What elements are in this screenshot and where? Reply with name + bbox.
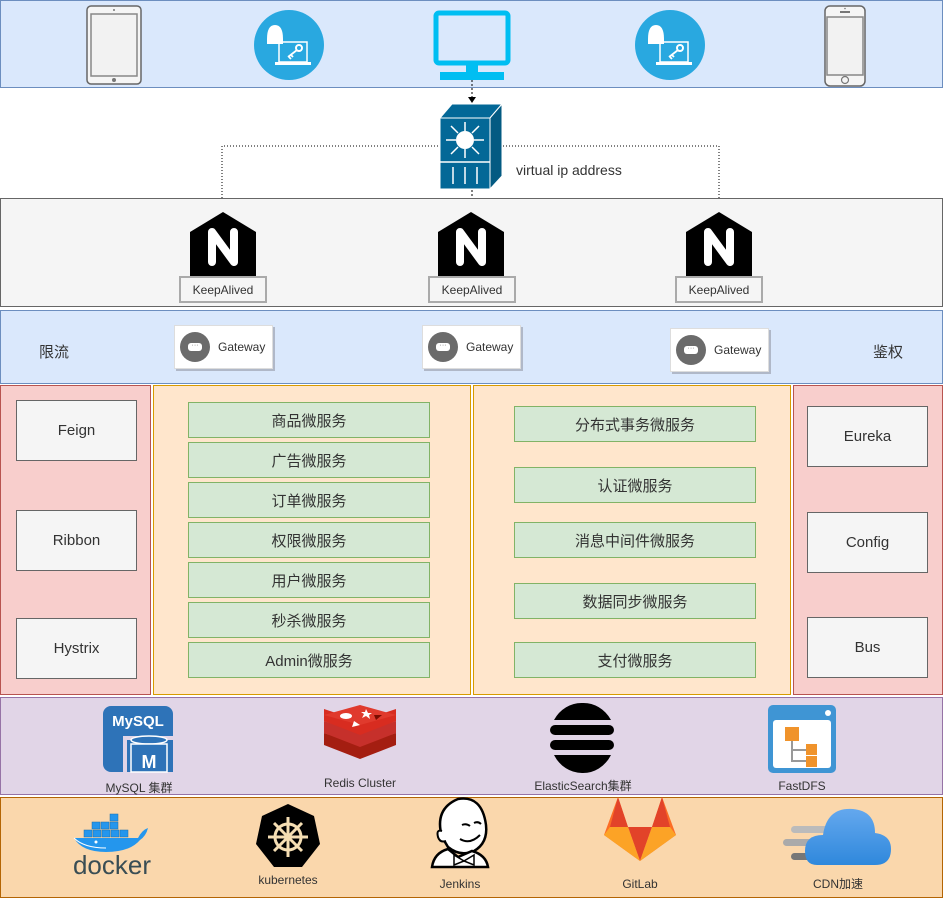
- service-item: 数据同步微服务: [514, 583, 756, 619]
- bus-box: Bus: [807, 617, 928, 678]
- service-item: 用户微服务: [188, 562, 430, 598]
- service-item: 广告微服务: [188, 442, 430, 478]
- config-box: Config: [807, 512, 928, 573]
- mysql-label: MySQL 集群: [105, 781, 173, 795]
- keepalived-box: KeepAlived: [428, 276, 516, 303]
- docker-label: docker: [72, 850, 152, 880]
- keepalived-box: KeepAlived: [675, 276, 763, 303]
- service-item: 订单微服务: [188, 482, 430, 518]
- cdn-label: CDN加速: [813, 877, 863, 891]
- gateway-icon: ···: [428, 332, 458, 362]
- service-item: 权限微服务: [188, 522, 430, 558]
- nginx-icon: [190, 212, 256, 276]
- gateway-icon: ···: [180, 332, 210, 362]
- gateway-node: ··· Gateway: [670, 328, 769, 372]
- redis-label: Redis Cluster: [323, 776, 397, 790]
- gitlab-icon: [604, 797, 676, 861]
- fastdfs-icon: [768, 705, 836, 773]
- gateway-node: ··· Gateway: [174, 325, 273, 369]
- gateway-node: ··· Gateway: [422, 325, 521, 369]
- service-item: Admin微服务: [188, 642, 430, 678]
- service-item: 支付微服务: [514, 642, 756, 678]
- elasticsearch-icon: [550, 702, 614, 774]
- auth-label: 鉴权: [873, 344, 904, 361]
- feign-box: Feign: [16, 400, 137, 461]
- service-item: 秒杀微服务: [188, 602, 430, 638]
- jenkins-icon: [430, 797, 490, 869]
- kubernetes-icon: [256, 804, 320, 867]
- gateway-icon: ···: [676, 335, 706, 365]
- elasticsearch-label: ElasticSearch集群: [534, 779, 632, 793]
- svg-text:M: M: [142, 752, 157, 772]
- service-item: 分布式事务微服务: [514, 406, 756, 442]
- jenkins-label: Jenkins: [439, 877, 481, 891]
- service-item: 消息中间件微服务: [514, 522, 756, 558]
- eureka-box: Eureka: [807, 406, 928, 467]
- gitlab-label: GitLab: [622, 877, 658, 891]
- layer3-switch-icon: [438, 102, 504, 191]
- mysql-icon: MySQL M: [103, 706, 173, 773]
- service-item: 商品微服务: [188, 402, 430, 438]
- ribbon-box: Ribbon: [16, 510, 137, 571]
- redis-icon: [324, 705, 396, 759]
- docker-icon: [73, 813, 148, 852]
- keepalived-box: KeepAlived: [179, 276, 267, 303]
- fastdfs-label: FastDFS: [778, 779, 826, 793]
- kubernetes-label: kubernetes: [258, 873, 318, 887]
- svg-text:MySQL: MySQL: [112, 713, 164, 730]
- service-item: 认证微服务: [514, 467, 756, 503]
- virtual-ip-label: virtual ip address: [516, 162, 622, 178]
- nginx-icon: [686, 212, 752, 276]
- hystrix-box: Hystrix: [16, 618, 137, 679]
- cdn-cloud-icon: [783, 808, 891, 865]
- rate-limit-label: 限流: [39, 344, 70, 361]
- nginx-icon: [438, 212, 504, 276]
